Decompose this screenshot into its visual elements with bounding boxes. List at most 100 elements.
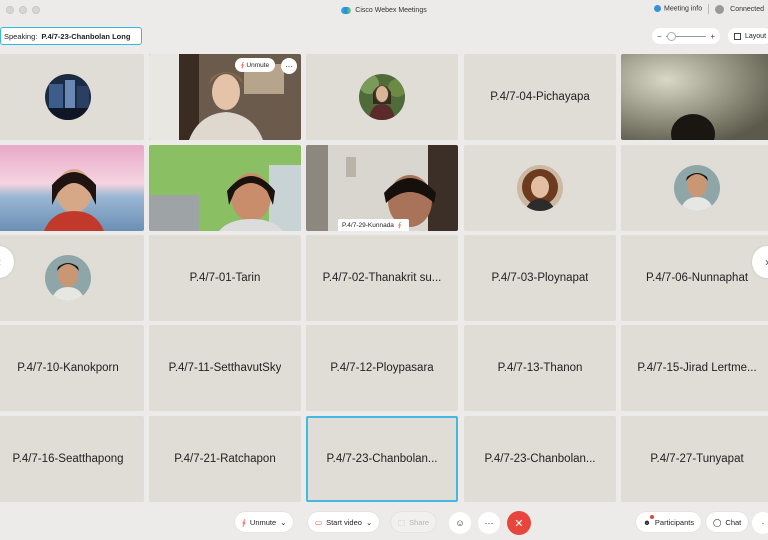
start-video-button[interactable]: ▭ Start video ⌄ [308, 512, 380, 532]
connection-status: Connected [730, 5, 764, 13]
avatar [517, 165, 563, 211]
smiley-icon: ☺ [455, 518, 465, 528]
more-options-button[interactable]: ··· [478, 512, 500, 534]
participant-name: P.4/7-13-Thanon [497, 362, 583, 374]
participant-tile[interactable]: P.4/7-16-Seatthapong [0, 416, 144, 502]
meeting-info-label: Meeting info [664, 5, 703, 13]
participant-tile[interactable] [0, 145, 144, 231]
avatar [45, 74, 91, 120]
layout-button[interactable]: Layout [728, 28, 768, 44]
participant-tile[interactable]: P.4/7-21-Ratchapon [149, 416, 301, 502]
chat-label: Chat [725, 517, 742, 527]
participant-name: P.4/7-01-Tarin [189, 272, 261, 284]
chevron-down-icon[interactable]: ⌄ [280, 518, 286, 527]
unmute-label: Unmute [249, 517, 277, 527]
maximize-window-button[interactable] [32, 6, 40, 14]
participant-tile[interactable]: P.4/7-01-Tarin [149, 235, 301, 321]
settings-icon[interactable] [715, 4, 725, 14]
participant-name: P.4/7-29-Kunnada [342, 222, 394, 229]
app-title-text: Cisco Webex Meetings [355, 6, 427, 14]
more-icon: ··· [484, 518, 494, 528]
layout-label: Layout [745, 32, 767, 40]
chevron-down-icon[interactable]: ⌄ [366, 518, 372, 527]
speaking-name: P.4/7-23-Chanbolan Long [41, 31, 131, 41]
participant-name: P.4/7-11-SetthavutSky [168, 362, 282, 374]
participant-video: P.4/7-29-Kunnada ∮ [306, 145, 458, 231]
overflow-menu-button[interactable]: · [752, 512, 768, 534]
avatar [45, 255, 91, 301]
more-icon: ··· [285, 61, 293, 71]
participant-name: P.4/7-23-Chanbolan... [326, 453, 438, 465]
participant-tile[interactable] [306, 54, 458, 140]
participant-name: P.4/7-27-Tunyapat [650, 453, 744, 465]
participant-name: P.4/7-23-Chanbolan... [484, 453, 596, 465]
participant-tile[interactable] [621, 54, 768, 140]
participant-tile-active-speaker[interactable]: P.4/7-23-Chanbolan... [306, 416, 458, 502]
window-controls [6, 6, 40, 14]
webex-logo-icon [341, 6, 352, 14]
close-icon: ✕ [514, 517, 524, 530]
zoom-in-icon[interactable]: + [710, 32, 715, 41]
participant-tile[interactable]: P.4/7-11-SetthavutSky [149, 325, 301, 411]
participant-tile[interactable] [464, 145, 616, 231]
app-title: Cisco Webex Meetings [341, 6, 427, 14]
participants-icon: ☻ [643, 517, 651, 527]
participant-name: P.4/7-21-Ratchapon [174, 453, 276, 465]
participant-tile[interactable]: P.4/7-03-Ploynapat [464, 235, 616, 321]
participant-tile[interactable] [0, 54, 144, 140]
mic-muted-icon: ∮ [241, 62, 245, 69]
participant-tile[interactable]: ∮ Unmute ··· [149, 54, 301, 140]
participant-name: P.4/7-04-Pichayapa [490, 91, 590, 103]
participants-button[interactable]: ☻ Participants [636, 512, 702, 532]
avatar [359, 74, 405, 120]
participant-tile[interactable] [149, 145, 301, 231]
participant-tile[interactable]: P.4/7-12-Ploypasara [306, 325, 458, 411]
grid-icon [734, 32, 741, 40]
participant-video [621, 54, 768, 140]
reactions-button[interactable]: ☺ [449, 512, 471, 534]
share-button[interactable]: ⬚ Share [391, 512, 437, 532]
zoom-knob[interactable] [666, 31, 676, 41]
participant-video [0, 145, 144, 231]
participant-tile[interactable]: P.4/7-10-Kanokporn [0, 325, 144, 411]
speaking-label: Speaking: [4, 31, 38, 41]
unmute-button[interactable]: ∮ Unmute ⌄ [235, 512, 294, 532]
participant-tile[interactable]: P.4/7-06-Nunnaphat [621, 235, 768, 321]
share-icon: ⬚ [398, 517, 406, 527]
participant-tile[interactable] [621, 145, 768, 231]
unmute-participant-button[interactable]: ∮ Unmute [235, 58, 276, 72]
avatar [674, 165, 720, 211]
chevron-left-icon: ‹ [0, 255, 1, 269]
zoom-slider[interactable]: − + [652, 28, 720, 44]
start-video-label: Start video [326, 517, 362, 527]
participant-tile[interactable]: P.4/7-27-Tunyapat [621, 416, 768, 502]
close-window-button[interactable] [6, 6, 14, 14]
meeting-controls: ∮ Unmute ⌄ ▭ Start video ⌄ ⬚ Share ☺ ···… [0, 508, 768, 536]
participant-video [149, 145, 301, 231]
more-options-button[interactable]: ··· [281, 58, 297, 74]
divider [708, 4, 710, 14]
participants-label: Participants [654, 517, 695, 527]
participant-tile[interactable] [0, 235, 144, 321]
zoom-out-icon[interactable]: − [657, 32, 662, 41]
video-off-icon: ▭ [315, 517, 323, 527]
participant-tile[interactable]: P.4/7-04-Pichayapa [464, 54, 616, 140]
chat-icon: ◯ [713, 517, 722, 527]
participant-tile[interactable]: P.4/7-15-Jirad Lertme... [621, 325, 768, 411]
participant-tile[interactable]: P.4/7-23-Chanbolan... [464, 416, 616, 502]
participant-name: P.4/7-16-Seatthapong [12, 453, 124, 465]
end-call-button[interactable]: ✕ [507, 511, 531, 535]
zoom-track[interactable] [665, 31, 707, 41]
speaking-indicator: Speaking: P.4/7-23-Chanbolan Long [0, 27, 142, 45]
participant-tile[interactable]: P.4/7-02-Thanakrit su... [306, 235, 458, 321]
unmute-participant-label: Unmute [246, 61, 270, 69]
participant-video: ∮ Unmute ··· [149, 54, 301, 140]
participant-tile[interactable]: P.4/7-29-Kunnada ∮ [306, 145, 458, 231]
more-icon: · [761, 518, 765, 528]
participant-name: P.4/7-06-Nunnaphat [645, 272, 749, 284]
chat-button[interactable]: ◯ Chat [706, 512, 749, 532]
minimize-window-button[interactable] [19, 6, 27, 14]
mic-muted-icon: ∮ [242, 517, 246, 527]
meeting-info-button[interactable]: Meeting info [654, 5, 703, 13]
participant-tile[interactable]: P.4/7-13-Thanon [464, 325, 616, 411]
